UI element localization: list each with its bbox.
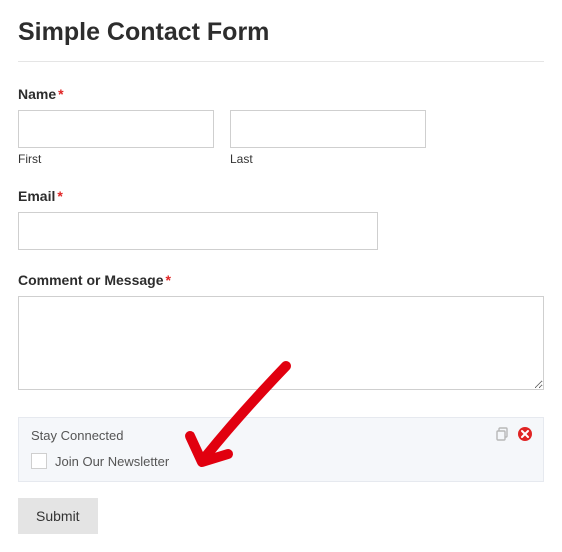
email-label-text: Email — [18, 188, 55, 204]
email-label: Email* — [18, 188, 544, 204]
first-name-input[interactable] — [18, 110, 214, 148]
email-input[interactable] — [18, 212, 378, 250]
first-name-sublabel: First — [18, 152, 214, 166]
comment-textarea[interactable] — [18, 296, 544, 390]
newsletter-checkbox[interactable] — [31, 453, 47, 469]
last-name-input[interactable] — [230, 110, 426, 148]
name-label-text: Name — [18, 86, 56, 102]
comment-label-text: Comment or Message — [18, 272, 163, 288]
last-name-sublabel: Last — [230, 152, 426, 166]
stay-connected-title: Stay Connected — [31, 428, 531, 443]
comment-label: Comment or Message* — [18, 272, 544, 288]
email-field-group: Email* — [18, 188, 544, 250]
duplicate-icon[interactable] — [495, 426, 511, 442]
required-marker: * — [165, 272, 170, 288]
name-label: Name* — [18, 86, 544, 102]
stay-connected-block[interactable]: Stay Connected Join Our Newsletter — [18, 417, 544, 482]
required-marker: * — [57, 188, 62, 204]
form-title: Simple Contact Form — [18, 18, 544, 47]
divider — [18, 61, 544, 62]
name-field-group: Name* First Last — [18, 86, 544, 166]
required-marker: * — [58, 86, 63, 102]
comment-field-group: Comment or Message* — [18, 272, 544, 395]
newsletter-option-label: Join Our Newsletter — [55, 454, 169, 469]
submit-button[interactable]: Submit — [18, 498, 98, 534]
delete-icon[interactable] — [517, 426, 533, 442]
